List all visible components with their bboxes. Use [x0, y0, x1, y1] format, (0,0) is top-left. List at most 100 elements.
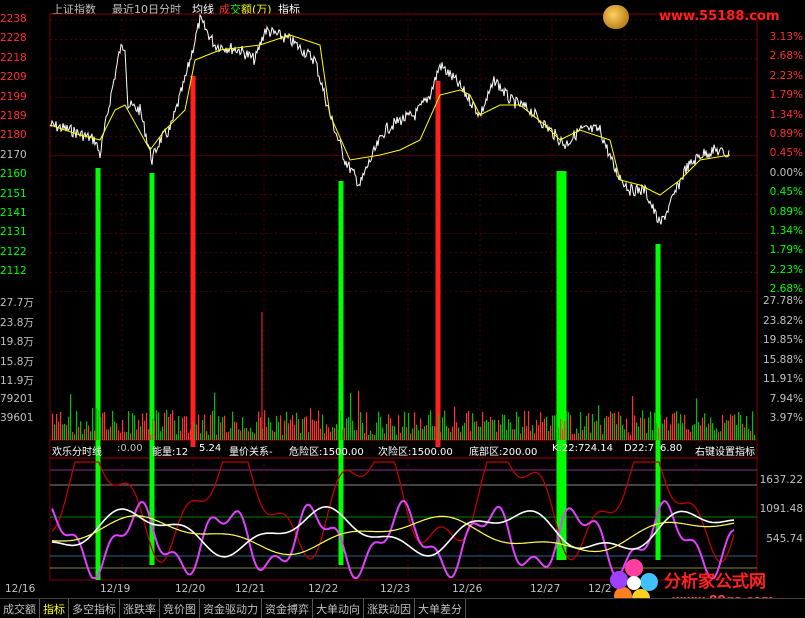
volume-bar [480, 426, 482, 440]
volume-bar [76, 411, 78, 440]
volume-bar [258, 411, 260, 440]
volume-bar [430, 410, 432, 440]
volume-bar [616, 424, 618, 440]
energy-value: 5.24 [199, 443, 222, 454]
volume-bar [498, 420, 500, 440]
volume-bar [726, 420, 728, 440]
volume-bar [680, 414, 682, 440]
volume-bar [344, 427, 346, 440]
volume-bar [586, 415, 588, 440]
tab-1[interactable]: 指标 [40, 599, 69, 618]
tab-9[interactable]: 大单差分 [415, 599, 466, 618]
volume-bar [734, 414, 736, 440]
volume-bar [440, 432, 442, 440]
volume-bar [362, 422, 364, 440]
volume-bar [740, 414, 742, 440]
volume-bar [254, 433, 256, 440]
volume-bar [558, 427, 560, 440]
volume-bar [410, 433, 412, 440]
tab-0[interactable]: 成交额 [0, 599, 40, 618]
volume-bar [118, 430, 120, 440]
tab-2[interactable]: 多空指标 [69, 599, 120, 618]
volume-bar [114, 421, 116, 440]
volume-bar [630, 434, 632, 440]
volume-bar [306, 416, 308, 440]
volume-bar [704, 413, 706, 440]
volume-bar [160, 431, 162, 440]
volume-bar [664, 419, 666, 440]
volume-bar [706, 427, 708, 440]
volume-bar [274, 431, 276, 440]
volume-bar [378, 411, 380, 440]
volume-bar [102, 412, 104, 440]
volume-bar [608, 417, 610, 440]
volume-bar [272, 430, 274, 440]
k-value: K:22:724.14 [552, 443, 614, 454]
volume-bar [240, 430, 242, 440]
volume-bar [166, 409, 168, 440]
indicator-name: 欢乐分时线 [52, 447, 102, 458]
volume-bar [242, 417, 244, 440]
volume-bar [514, 429, 516, 440]
tab-7[interactable]: 大单动向 [313, 599, 364, 618]
volume-bar [266, 426, 268, 440]
volume-bar [736, 424, 738, 440]
volume-bar [170, 413, 172, 440]
volume-bar [268, 417, 270, 440]
volume-bar [58, 421, 60, 440]
volume-bar [584, 426, 586, 440]
volume-bar [280, 415, 282, 440]
volume-bar [434, 426, 436, 440]
tab-6[interactable]: 资金搏弈 [262, 599, 313, 618]
volume-bar [352, 420, 354, 440]
volume-bar [644, 418, 646, 440]
volume-bar [278, 422, 280, 440]
volume-bar [86, 421, 88, 440]
volume-bar [220, 422, 222, 440]
volume-bar [404, 411, 406, 440]
volume-bar [494, 419, 496, 440]
tab-8[interactable]: 涨跌动因 [364, 599, 415, 618]
volume-bar [372, 434, 374, 440]
volume-bar [106, 429, 108, 440]
volume-bar [522, 426, 524, 440]
volume-bar [186, 416, 188, 440]
tab-5[interactable]: 资金驱动力 [200, 599, 262, 618]
volume-bar [100, 417, 102, 440]
volume-bar [718, 432, 720, 440]
volume-bar [312, 419, 314, 440]
volume-bar [346, 418, 348, 440]
volume-bar [74, 434, 76, 440]
volume-bar [500, 424, 502, 440]
volume-bar [592, 414, 594, 440]
intraday-chart[interactable] [0, 0, 805, 617]
volume-bar [662, 423, 664, 440]
tab-4[interactable]: 竞价图 [160, 599, 200, 618]
tab-3[interactable]: 涨跌率 [120, 599, 160, 618]
signal-bar [435, 81, 441, 447]
volume-bar [380, 416, 382, 440]
volume-bar [402, 426, 404, 440]
volume-bar [712, 423, 714, 440]
volume-bar [236, 422, 238, 440]
volume-bar [528, 411, 530, 440]
volume-bar [590, 432, 592, 440]
volume-bar [724, 423, 726, 440]
volume-bar [300, 432, 302, 440]
volume-bar [566, 410, 568, 440]
d-value: D22:7 [624, 443, 655, 454]
volume-bar [314, 420, 316, 440]
volume-bar [386, 424, 388, 440]
volume-bar [390, 418, 392, 440]
volume-bar [232, 411, 234, 440]
volume-bar [246, 428, 248, 440]
volume-bar [248, 431, 250, 440]
volume-bar [588, 413, 590, 440]
indicator-tick: 1091.48 [759, 503, 803, 515]
volume-bar [360, 412, 362, 440]
volume-bar [562, 428, 564, 440]
volume-bar [688, 429, 690, 440]
volume-bar [68, 416, 70, 440]
volume-bar [640, 417, 642, 440]
volume-bar [78, 427, 80, 440]
